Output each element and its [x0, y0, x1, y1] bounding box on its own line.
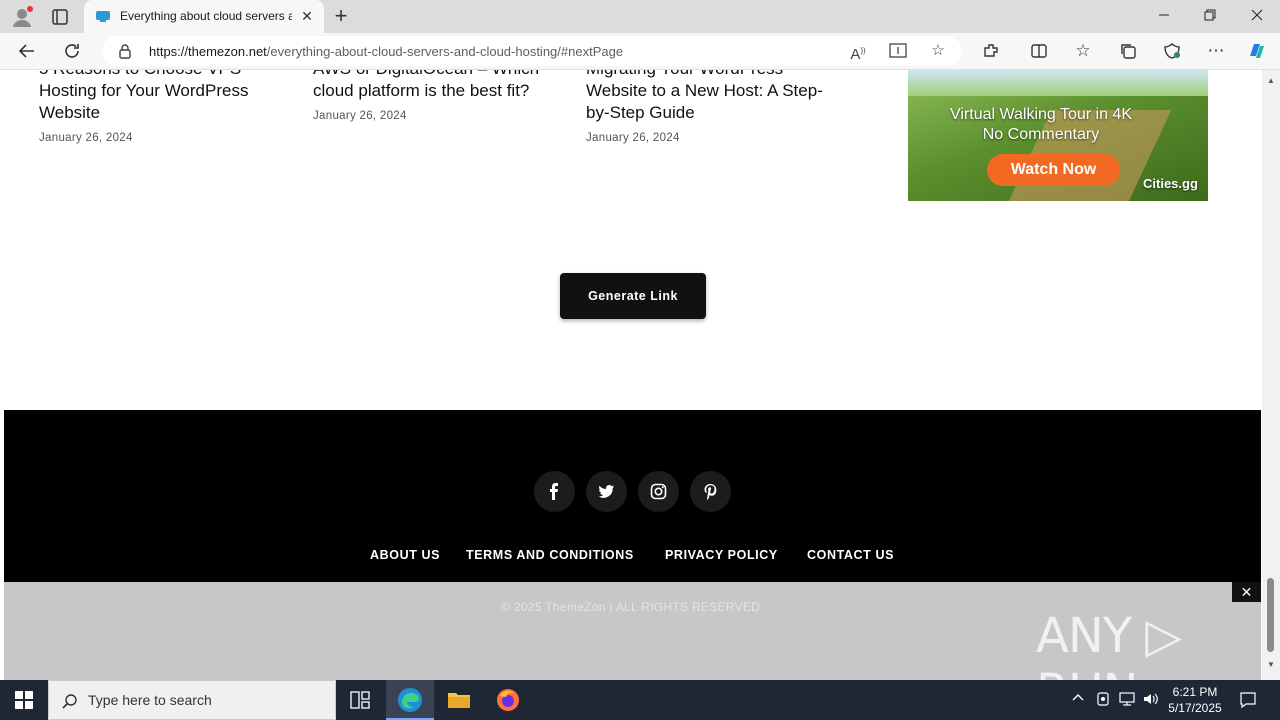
facebook-icon: [550, 483, 558, 500]
post-card-1[interactable]: 5 Reasons to Choose VPS Hosting for Your…: [39, 70, 289, 144]
site-favicon-icon: [95, 8, 111, 24]
edge-taskbar-button[interactable]: [386, 680, 434, 720]
tab-actions-icon[interactable]: [50, 7, 70, 27]
scroll-down-arrow-icon[interactable]: ▼: [1262, 658, 1280, 672]
ad-sky: [908, 70, 1208, 96]
post-title[interactable]: Migrating Your WordPress Website to a Ne…: [586, 70, 836, 124]
notification-center-icon[interactable]: [1239, 691, 1257, 712]
browser-toolbar: https://themezon.net/everything-about-cl…: [0, 33, 1280, 70]
instagram-link[interactable]: [638, 471, 679, 512]
post-date: January 26, 2024: [313, 110, 407, 122]
ad-subheadline: No Commentary: [982, 126, 1100, 143]
extensions-icon[interactable]: [974, 33, 1008, 69]
tab-bar: Everything about cloud servers and cloud…: [0, 0, 1280, 33]
url-text[interactable]: https://themezon.net/everything-about-cl…: [149, 44, 623, 59]
split-screen-icon[interactable]: [1022, 33, 1056, 69]
windows-taskbar: Type here to search 6:21 PM 5/17/2025: [0, 680, 1280, 720]
close-window-button[interactable]: [1234, 0, 1280, 33]
search-placeholder: Type here to search: [88, 692, 212, 708]
ad-brand-logo: Cities.gg: [1143, 176, 1198, 191]
task-view-icon: [350, 691, 370, 709]
footer-link-contact[interactable]: CONTACT US: [807, 548, 894, 562]
tab-title: Everything about cloud servers and cloud…: [120, 9, 292, 23]
more-menu-icon[interactable]: ⋯: [1199, 33, 1233, 69]
page-content: 5 Reasons to Choose VPS Hosting for Your…: [0, 70, 1262, 680]
tray-chevron-icon[interactable]: [1071, 691, 1085, 708]
instagram-icon: [650, 483, 667, 500]
facebook-link[interactable]: [534, 471, 575, 512]
post-title[interactable]: 5 Reasons to Choose VPS Hosting for Your…: [39, 70, 289, 124]
pinterest-link[interactable]: [690, 471, 731, 512]
generate-link-button[interactable]: Generate Link: [560, 273, 706, 319]
file-explorer-button[interactable]: [435, 680, 483, 720]
post-date: January 26, 2024: [586, 132, 680, 144]
refresh-icon[interactable]: [55, 33, 89, 69]
browser-tab-active[interactable]: Everything about cloud servers and cloud…: [84, 0, 324, 33]
clock-time: 6:21 PM: [1172, 685, 1218, 699]
twitter-icon: [598, 485, 614, 498]
footer-link-about-us[interactable]: ABOUT US: [370, 548, 440, 562]
minimize-button[interactable]: [1141, 0, 1187, 33]
post-card-2[interactable]: AWS or DigitalOcean – Which cloud platfo…: [313, 70, 563, 122]
scrollbar-thumb[interactable]: [1267, 578, 1274, 652]
footer-link-terms[interactable]: TERMS AND CONDITIONS: [466, 548, 634, 562]
back-icon[interactable]: [10, 33, 44, 69]
read-aloud-icon[interactable]: A)): [843, 36, 873, 66]
taskbar-search-box[interactable]: Type here to search: [48, 680, 336, 720]
new-tab-button[interactable]: +: [328, 2, 354, 30]
edge-icon: [398, 688, 422, 712]
tab-close-icon[interactable]: ✕: [298, 7, 316, 25]
favorite-star-icon[interactable]: ☆: [923, 36, 953, 66]
site-footer: ABOUT US TERMS AND CONDITIONS PRIVACY PO…: [4, 410, 1261, 582]
meet-now-icon[interactable]: [1096, 691, 1110, 710]
pinterest-icon: [704, 484, 717, 500]
lock-icon[interactable]: [116, 42, 134, 60]
network-icon[interactable]: [1118, 691, 1136, 710]
advertisement-banner[interactable]: Virtual Walking Tour in 4K No Commentary…: [908, 70, 1208, 201]
clock-date: 5/17/2025: [1168, 701, 1222, 715]
restore-button[interactable]: [1187, 0, 1233, 33]
post-card-3[interactable]: Migrating Your WordPress Website to a Ne…: [586, 70, 836, 144]
copilot-icon[interactable]: [1240, 33, 1274, 69]
ad-watch-now-button[interactable]: Watch Now: [987, 154, 1120, 186]
favorites-icon[interactable]: ☆: [1066, 33, 1100, 69]
post-title[interactable]: AWS or DigitalOcean – Which cloud platfo…: [313, 70, 563, 102]
page-scrollbar[interactable]: ▲ ▼: [1262, 70, 1280, 680]
profile-icon[interactable]: [10, 5, 34, 29]
post-date: January 26, 2024: [39, 132, 133, 144]
task-view-button[interactable]: [336, 680, 384, 720]
firefox-button[interactable]: [484, 680, 532, 720]
firefox-icon: [497, 689, 519, 711]
address-bar[interactable]: https://themezon.net/everything-about-cl…: [102, 36, 962, 66]
twitter-link[interactable]: [586, 471, 627, 512]
footer-link-privacy[interactable]: PRIVACY POLICY: [665, 548, 778, 562]
scroll-up-arrow-icon[interactable]: ▲: [1262, 74, 1280, 88]
ad-headline: Virtual Walking Tour in 4K: [949, 106, 1132, 123]
system-clock[interactable]: 6:21 PM 5/17/2025: [1160, 684, 1230, 716]
browser-essentials-icon[interactable]: [1155, 33, 1189, 69]
search-icon: [62, 694, 77, 709]
immersive-reader-icon[interactable]: [883, 36, 913, 66]
start-button[interactable]: [0, 680, 48, 720]
collections-icon[interactable]: [1111, 33, 1145, 69]
volume-icon[interactable]: [1142, 691, 1160, 710]
close-ad-icon[interactable]: ✕: [1232, 582, 1261, 602]
anyrun-watermark: ANY ▷ RUN: [1036, 608, 1182, 680]
folder-icon: [448, 693, 470, 708]
windows-logo-icon: [15, 691, 33, 709]
